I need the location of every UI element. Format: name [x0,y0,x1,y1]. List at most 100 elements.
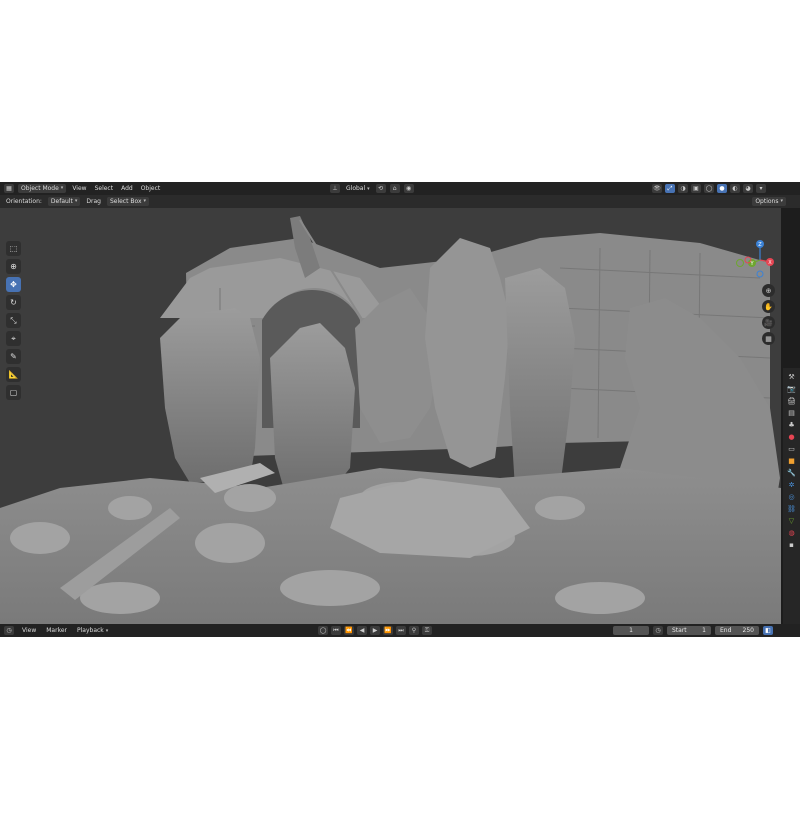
sculpture-scene [0,216,781,624]
transform-orientation[interactable]: Global ▾ [344,185,372,192]
xray-icon[interactable]: ▣ [691,184,701,193]
pivot-icon[interactable]: ⟲ [375,184,386,193]
transform-controls: ⊥ Global ▾ ⟲ ⌂ ◉ [330,184,414,193]
options-button[interactable]: Options ▾ [752,197,786,206]
measure-tool-icon[interactable]: 📐 [6,367,21,382]
end-frame-field[interactable]: End 250 [715,626,759,635]
figure-priest [270,323,355,493]
playback-label: Playback [77,627,104,634]
add-cube-tool-icon[interactable]: ▢ [6,385,21,400]
tool-settings-bar: Orientation: Default ▾ Drag Select Box ▾ O… [0,195,800,208]
chevron-down-icon: ▾ [74,198,78,204]
start-label: Start [672,627,687,634]
chevron-down-icon: ▾ [60,185,64,191]
output-props-icon[interactable]: 🖨 [786,396,797,406]
timeline-bar: ◷ View Marker Playback ▾ ◯ ⏮ ⏪ ◀ ▶ ⏩ ⏭ ⚲ … [0,624,800,637]
overlay-icon[interactable]: ◑ [678,184,688,193]
menu-object[interactable]: Object [139,185,163,192]
world-props-icon[interactable]: ● [786,432,797,442]
shading-material-icon[interactable]: ◐ [730,184,740,193]
jump-start-icon[interactable]: ⏮ [331,626,341,635]
transform-tool-icon[interactable]: ⌖ [6,331,21,346]
zoom-icon[interactable]: ⊕ [762,284,775,297]
shading-rendered-icon[interactable]: ◕ [743,184,753,193]
gizmo-x-label: X [768,260,772,266]
viewport-nav-buttons: ⊕ ✋ 🎥 ▦ [762,284,775,345]
play-icon[interactable]: ▶ [370,626,380,635]
mode-label: Object Mode [21,185,59,192]
frame-range: 1 ◷ Start 1 End 250 ◧ [613,626,773,635]
collection-props-icon[interactable]: ▭ [786,444,797,454]
modifier-props-icon[interactable]: 🔧 [786,468,797,478]
camera-view-icon[interactable]: 🎥 [762,316,775,329]
end-label: End [720,627,732,634]
timeline-editor-icon[interactable]: ◷ [4,626,14,635]
shading-options-icon[interactable]: ▾ [756,184,766,193]
material-props-icon[interactable]: ◍ [786,528,797,538]
navigation-gizmo[interactable]: Z X Y [736,238,776,278]
figure-monks-left [160,308,260,483]
preview-range-icon[interactable]: ◷ [653,626,663,635]
chevron-down-icon: ▾ [780,198,783,204]
mode-selector[interactable]: Object Mode ▾ [18,184,67,193]
editor-type-icon[interactable]: ▦ [4,184,14,193]
current-frame-field[interactable]: 1 [613,626,649,635]
start-frame-field[interactable]: Start 1 [667,626,711,635]
drag-dropdown[interactable]: Select Box ▾ [106,197,150,206]
auto-key-icon[interactable]: ⚿ [422,626,432,635]
orientation-value: Default [50,198,73,205]
rotate-tool-icon[interactable]: ↻ [6,295,21,310]
keying-icon[interactable]: ⚲ [409,626,419,635]
blender-window: ▦ Object Mode ▾ View Select Add Object ⊥ … [0,182,800,637]
move-tool-icon[interactable]: ✥ [6,277,21,292]
chevron-down-icon: ▾ [105,628,109,634]
timeline-menu-view[interactable]: View [20,627,38,634]
playback-controls: ◯ ⏮ ⏪ ◀ ▶ ⏩ ⏭ ⚲ ⚿ [318,626,432,635]
timeline-menu-marker[interactable]: Marker [44,627,69,634]
3d-viewport[interactable]: ⬚ ⊕ ✥ ↻ ⤡ ⌖ ✎ 📐 ▢ Z X Y ⊕ ✋ 🎥 ▦ [0,208,781,624]
annotate-tool-icon[interactable]: ✎ [6,349,21,364]
tool-props-icon[interactable]: ⚒ [786,372,797,382]
next-keyframe-icon[interactable]: ⏩ [383,626,393,635]
view-layer-props-icon[interactable]: ▤ [786,408,797,418]
tool-shelf: ⬚ ⊕ ✥ ↻ ⤡ ⌖ ✎ 📐 ▢ [6,241,22,400]
options-label: Options [755,198,779,205]
menu-add[interactable]: Add [119,185,135,192]
shading-solid-icon[interactable]: ● [717,184,727,193]
drag-label: Drag [86,198,101,205]
gizmo-z-label: Z [758,242,762,248]
particles-props-icon[interactable]: ✲ [786,480,797,490]
jump-end-icon[interactable]: ⏭ [396,626,406,635]
data-props-icon[interactable]: ▽ [786,516,797,526]
play-reverse-icon[interactable]: ◀ [357,626,367,635]
texture-props-icon[interactable]: ▪ [786,540,797,550]
timeline-menu-playback[interactable]: Playback ▾ [75,627,110,634]
pan-hand-icon[interactable]: ✋ [762,300,775,313]
orientation-dropdown[interactable]: Default ▾ [47,197,81,206]
constraints-props-icon[interactable]: ⛓ [786,504,797,514]
gizmo-toggle-icon[interactable]: ⤢ [665,184,675,193]
orientation-icon: ⊥ [330,184,340,193]
select-box-tool-icon[interactable]: ⬚ [6,241,21,256]
properties-tabs: ⚒ 📷 🖨 ▤ ♣ ● ▭ ■ 🔧 ✲ ◎ ⛓ ▽ ◍ ▪ [783,368,800,624]
scale-tool-icon[interactable]: ⤡ [6,313,21,328]
sync-icon[interactable]: ◧ [763,626,773,635]
shading-controls: 👁 ⤢ ◑ ▣ ◯ ● ◐ ◕ ▾ [652,184,766,193]
render-props-icon[interactable]: 📷 [786,384,797,394]
menu-select[interactable]: Select [93,185,116,192]
drag-value: Select Box [109,198,142,205]
physics-props-icon[interactable]: ◎ [786,492,797,502]
proportional-edit-icon[interactable]: ◉ [403,184,414,193]
prev-keyframe-icon[interactable]: ⏪ [344,626,354,635]
record-icon[interactable]: ◯ [318,626,328,635]
menu-view[interactable]: View [70,185,88,192]
visibility-icon[interactable]: 👁 [652,184,662,193]
perspective-toggle-icon[interactable]: ▦ [762,332,775,345]
transform-orientation-label: Global [346,185,366,192]
shading-wireframe-icon[interactable]: ◯ [704,184,714,193]
snap-icon[interactable]: ⌂ [389,184,400,193]
object-props-icon[interactable]: ■ [786,456,797,466]
viewport-header: ▦ Object Mode ▾ View Select Add Object ⊥ … [0,182,800,195]
cursor-tool-icon[interactable]: ⊕ [6,259,21,274]
scene-props-icon[interactable]: ♣ [786,420,797,430]
